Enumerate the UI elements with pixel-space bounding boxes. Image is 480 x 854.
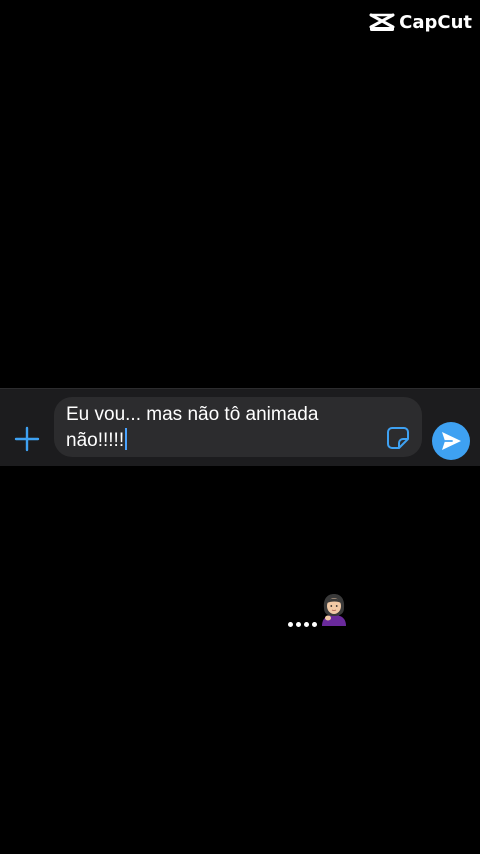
capcut-logo-icon (369, 13, 395, 33)
send-button[interactable] (432, 422, 470, 460)
typing-dot (312, 622, 317, 627)
capcut-watermark: CapCut (369, 12, 472, 33)
attach-button[interactable] (14, 426, 40, 452)
plus-icon (14, 426, 40, 452)
typing-dot (296, 622, 301, 627)
typing-dot (288, 622, 293, 627)
message-input-text: Eu vou... mas não tô animada não!!!!! (66, 404, 324, 451)
chat-screen: CapCut Eu vou... mas não tô animada não!… (0, 0, 480, 854)
woman-emoji-avatar-icon (319, 592, 349, 631)
send-arrow-icon (442, 432, 461, 450)
message-composer: Eu vou... mas não tô animada não!!!!! (0, 388, 480, 466)
typing-dot (304, 622, 309, 627)
sticker-icon (387, 427, 409, 449)
typing-indicator (288, 592, 349, 631)
text-caret (125, 428, 128, 450)
typing-dots-icon (288, 622, 317, 627)
watermark-brand-text: CapCut (399, 12, 472, 33)
sticker-button[interactable] (386, 426, 410, 450)
message-input[interactable]: Eu vou... mas não tô animada não!!!!! (54, 397, 422, 457)
